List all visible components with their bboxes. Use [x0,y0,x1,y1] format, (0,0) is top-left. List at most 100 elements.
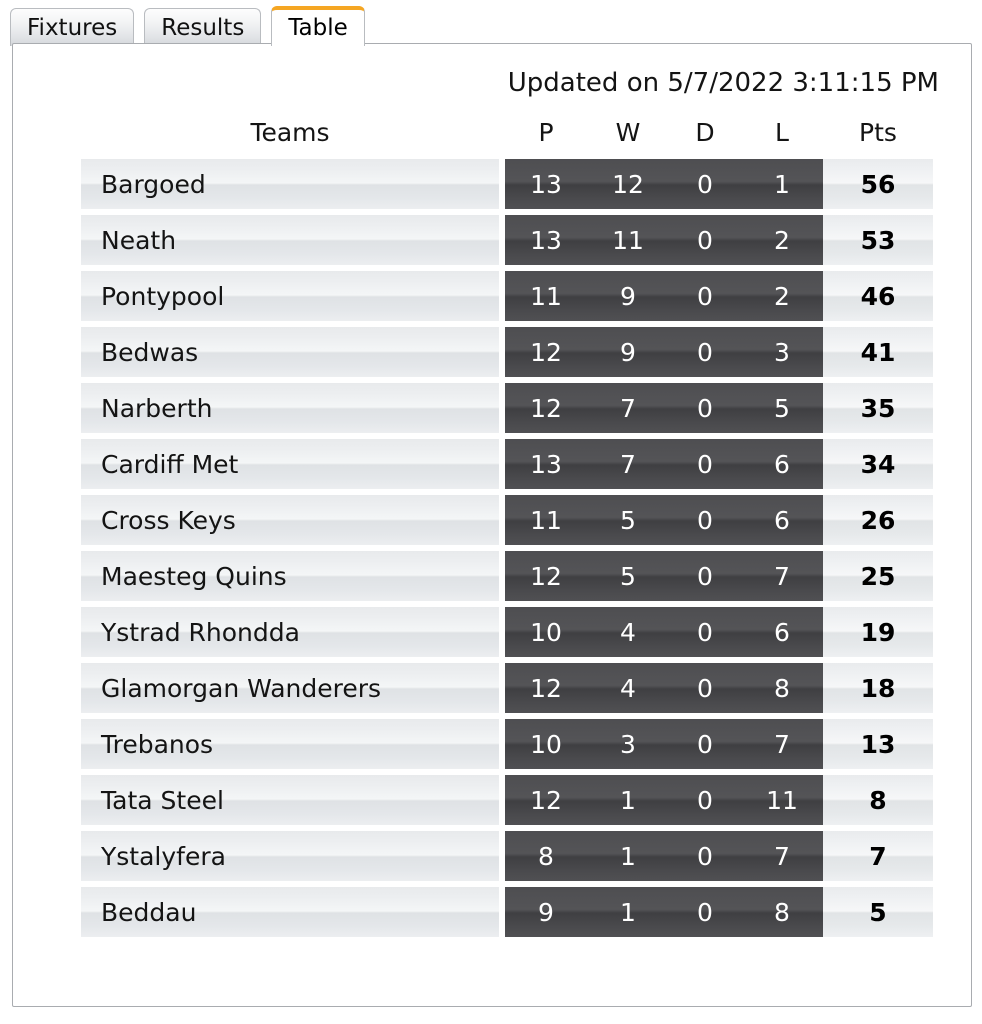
lost-cell: 7 [741,551,823,601]
team-name-cell: Bedwas [81,327,499,377]
won-cell: 9 [587,271,669,321]
points-cell: 53 [823,215,933,265]
tab-results[interactable]: Results [144,8,262,46]
points-cell: 18 [823,663,933,713]
league-table: Teams P W D L Pts Bargoed 13 12 0 1 56 Neath 13… [13,110,971,940]
drawn-cell: 0 [669,215,741,265]
lost-cell: 7 [741,831,823,881]
won-cell: 4 [587,663,669,713]
drawn-cell: 0 [669,775,741,825]
points-cell: 26 [823,495,933,545]
column-header-drawn: D [695,118,715,147]
won-cell: 12 [587,159,669,209]
table-row[interactable]: Bedwas 12 9 0 3 41 [13,324,971,380]
lost-cell: 2 [741,215,823,265]
column-header-points: Pts [859,118,897,147]
drawn-cell: 0 [669,159,741,209]
drawn-cell: 0 [669,719,741,769]
table-row[interactable]: Glamorgan Wanderers 12 4 0 8 18 [13,660,971,716]
played-cell: 8 [505,831,587,881]
team-name-cell: Cardiff Met [81,439,499,489]
tab-results-label: Results [161,14,245,41]
lost-cell: 2 [741,271,823,321]
lost-cell: 8 [741,887,823,937]
tab-bar: Fixtures Results Table [0,0,982,48]
table-row[interactable]: Maesteg Quins 12 5 0 7 25 [13,548,971,604]
table-header-row: Teams P W D L Pts [13,110,971,156]
team-name-cell: Tata Steel [81,775,499,825]
won-cell: 4 [587,607,669,657]
table-row[interactable]: Bargoed 13 12 0 1 56 [13,156,971,212]
points-cell: 56 [823,159,933,209]
table-row[interactable]: Pontypool 11 9 0 2 46 [13,268,971,324]
points-cell: 34 [823,439,933,489]
drawn-cell: 0 [669,887,741,937]
played-cell: 10 [505,719,587,769]
played-cell: 13 [505,159,587,209]
last-updated-text: Updated on 5/7/2022 3:11:15 PM [507,68,939,98]
team-name-cell: Bargoed [81,159,499,209]
drawn-cell: 0 [669,831,741,881]
won-cell: 7 [587,439,669,489]
points-cell: 25 [823,551,933,601]
played-cell: 11 [505,271,587,321]
played-cell: 9 [505,887,587,937]
points-cell: 7 [823,831,933,881]
played-cell: 13 [505,439,587,489]
drawn-cell: 0 [669,607,741,657]
drawn-cell: 0 [669,383,741,433]
won-cell: 3 [587,719,669,769]
tab-fixtures[interactable]: Fixtures [10,8,135,46]
played-cell: 12 [505,383,587,433]
team-name-cell: Neath [81,215,499,265]
played-cell: 12 [505,327,587,377]
table-row[interactable]: Cross Keys 11 5 0 6 26 [13,492,971,548]
drawn-cell: 0 [669,271,741,321]
points-cell: 46 [823,271,933,321]
table-row[interactable]: Cardiff Met 13 7 0 6 34 [13,436,971,492]
points-cell: 5 [823,887,933,937]
table-row[interactable]: Tata Steel 12 1 0 11 8 [13,772,971,828]
team-name-cell: Cross Keys [81,495,499,545]
table-row[interactable]: Trebanos 10 3 0 7 13 [13,716,971,772]
team-name-cell: Beddau [81,887,499,937]
team-name-cell: Narberth [81,383,499,433]
column-header-lost: L [775,118,789,147]
won-cell: 5 [587,551,669,601]
played-cell: 12 [505,551,587,601]
table-row[interactable]: Ystalyfera 8 1 0 7 7 [13,828,971,884]
table-row[interactable]: Ystrad Rhondda 10 4 0 6 19 [13,604,971,660]
points-cell: 35 [823,383,933,433]
lost-cell: 8 [741,663,823,713]
column-header-teams: Teams [250,118,330,147]
points-cell: 13 [823,719,933,769]
played-cell: 13 [505,215,587,265]
tab-table[interactable]: Table [271,6,365,48]
lost-cell: 3 [741,327,823,377]
table-row[interactable]: Narberth 12 7 0 5 35 [13,380,971,436]
won-cell: 1 [587,775,669,825]
drawn-cell: 0 [669,439,741,489]
won-cell: 9 [587,327,669,377]
lost-cell: 6 [741,607,823,657]
team-name-cell: Trebanos [81,719,499,769]
table-panel: Updated on 5/7/2022 3:11:15 PM Teams P W… [12,43,972,1007]
lost-cell: 11 [741,775,823,825]
points-cell: 8 [823,775,933,825]
table-row[interactable]: Neath 13 11 0 2 53 [13,212,971,268]
points-cell: 19 [823,607,933,657]
won-cell: 5 [587,495,669,545]
lost-cell: 6 [741,439,823,489]
drawn-cell: 0 [669,495,741,545]
lost-cell: 6 [741,495,823,545]
played-cell: 12 [505,663,587,713]
drawn-cell: 0 [669,663,741,713]
table-row[interactable]: Beddau 9 1 0 8 5 [13,884,971,940]
team-name-cell: Pontypool [81,271,499,321]
team-name-cell: Ystrad Rhondda [81,607,499,657]
won-cell: 1 [587,887,669,937]
points-cell: 41 [823,327,933,377]
team-name-cell: Maesteg Quins [81,551,499,601]
table-body: Bargoed 13 12 0 1 56 Neath 13 11 0 2 53 Pontypool 11 9… [13,156,971,940]
team-name-cell: Glamorgan Wanderers [81,663,499,713]
